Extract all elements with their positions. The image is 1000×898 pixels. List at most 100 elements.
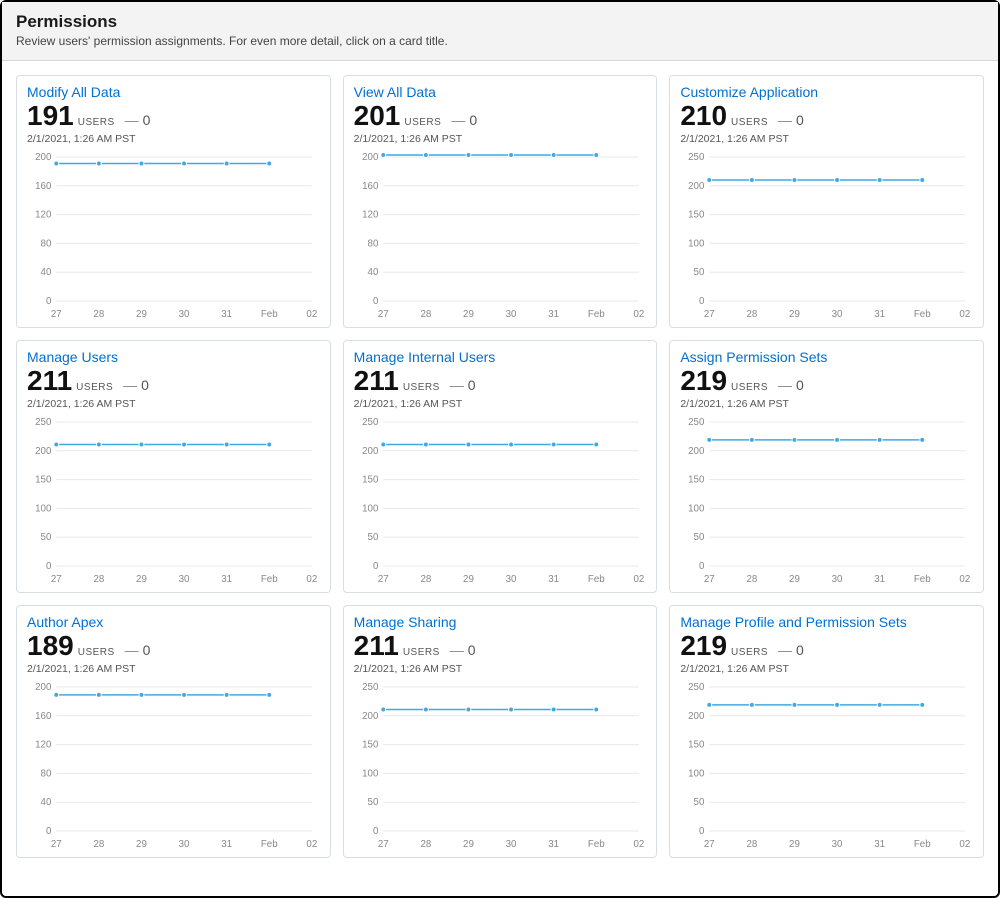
- svg-text:150: 150: [688, 475, 705, 486]
- svg-text:80: 80: [41, 768, 52, 779]
- trend-chart: 0501001502002502728293031Feb02: [354, 416, 647, 588]
- delta-dash: —: [778, 112, 792, 128]
- users-label: USERS: [731, 382, 768, 393]
- svg-text:29: 29: [136, 839, 147, 850]
- card-user-count: 219: [680, 630, 727, 662]
- svg-text:29: 29: [463, 839, 474, 850]
- card-timestamp: 2/1/2021, 1:26 AM PST: [27, 133, 320, 145]
- svg-text:150: 150: [362, 740, 379, 751]
- svg-text:02: 02: [306, 839, 317, 850]
- svg-text:27: 27: [51, 574, 62, 585]
- card-stats: 219USERS—0: [680, 365, 973, 397]
- svg-text:Feb: Feb: [588, 309, 605, 320]
- card-timestamp: 2/1/2021, 1:26 AM PST: [680, 663, 973, 675]
- svg-text:0: 0: [46, 826, 52, 837]
- users-label: USERS: [403, 382, 440, 393]
- permission-card-manage-internal-users: Manage Internal Users211USERS—02/1/2021,…: [343, 340, 658, 593]
- svg-text:200: 200: [362, 152, 379, 163]
- svg-text:27: 27: [704, 839, 715, 850]
- svg-text:0: 0: [373, 561, 379, 572]
- card-title-link[interactable]: Manage Internal Users: [354, 349, 496, 365]
- card-title-link[interactable]: Manage Users: [27, 349, 118, 365]
- card-title-link[interactable]: Manage Sharing: [354, 614, 457, 630]
- svg-text:02: 02: [960, 839, 971, 850]
- svg-text:28: 28: [747, 574, 758, 585]
- svg-text:50: 50: [694, 532, 705, 543]
- delta-dash: —: [125, 112, 139, 128]
- svg-text:28: 28: [93, 839, 104, 850]
- svg-text:Feb: Feb: [588, 839, 605, 850]
- svg-text:30: 30: [179, 839, 190, 850]
- svg-text:28: 28: [420, 309, 431, 320]
- card-title-link[interactable]: Modify All Data: [27, 84, 120, 100]
- permission-card-modify-all-data: Modify All Data191USERS—02/1/2021, 1:26 …: [16, 75, 331, 328]
- card-stats: 211 USERS —0: [354, 365, 647, 397]
- delta-dash: —: [778, 377, 792, 393]
- svg-text:28: 28: [747, 839, 758, 850]
- users-label: USERS: [731, 647, 768, 658]
- delta-value: 0: [796, 112, 804, 128]
- card-title-link[interactable]: View All Data: [354, 84, 436, 100]
- card-user-count: 210: [680, 100, 727, 132]
- card-title-link[interactable]: Customize Application: [680, 84, 818, 100]
- svg-text:27: 27: [51, 309, 62, 320]
- svg-text:29: 29: [463, 309, 474, 320]
- delta-value: 0: [468, 377, 476, 393]
- svg-text:200: 200: [35, 446, 52, 457]
- permission-card-view-all-data: View All Data201USERS—02/1/2021, 1:26 AM…: [343, 75, 658, 328]
- svg-text:50: 50: [367, 532, 378, 543]
- svg-text:50: 50: [367, 797, 378, 808]
- delta-value: 0: [796, 377, 804, 393]
- svg-text:30: 30: [505, 309, 516, 320]
- svg-text:250: 250: [35, 417, 52, 428]
- svg-text:120: 120: [35, 210, 52, 221]
- svg-text:02: 02: [960, 309, 971, 320]
- svg-text:100: 100: [688, 503, 705, 514]
- delta-value: 0: [468, 642, 476, 658]
- users-label: USERS: [731, 117, 768, 128]
- svg-text:160: 160: [35, 711, 52, 722]
- trend-chart: 0501001502002502728293031Feb02: [680, 151, 973, 323]
- svg-text:250: 250: [362, 682, 379, 693]
- svg-text:50: 50: [41, 532, 52, 543]
- card-stats: 210 USERS —0: [680, 100, 973, 132]
- card-user-count: 211: [354, 365, 399, 397]
- delta-dash: —: [450, 642, 464, 658]
- svg-text:29: 29: [136, 574, 147, 585]
- trend-chart: 040801201602002728293031Feb02: [27, 681, 320, 853]
- svg-text:120: 120: [362, 210, 379, 221]
- svg-text:27: 27: [378, 574, 389, 585]
- permission-card-manage-users: Manage Users211USERS—02/1/2021, 1:26 AM …: [16, 340, 331, 593]
- svg-text:200: 200: [35, 152, 52, 163]
- svg-text:30: 30: [505, 574, 516, 585]
- svg-text:200: 200: [688, 711, 705, 722]
- card-title-link[interactable]: Author Apex: [27, 614, 103, 630]
- svg-text:Feb: Feb: [261, 574, 278, 585]
- svg-text:100: 100: [688, 238, 705, 249]
- svg-text:02: 02: [306, 309, 317, 320]
- card-title-link[interactable]: Assign Permission Sets: [680, 349, 827, 365]
- card-stats: 219USERS—0: [680, 630, 973, 662]
- trend-chart: 0501001502002502728293031Feb02: [27, 416, 320, 588]
- svg-text:31: 31: [875, 839, 886, 850]
- svg-text:02: 02: [306, 574, 317, 585]
- delta-dash: —: [450, 377, 464, 393]
- trend-chart: 0501001502002502728293031Feb02: [680, 681, 973, 853]
- svg-text:30: 30: [179, 574, 190, 585]
- svg-text:02: 02: [960, 574, 971, 585]
- trend-chart: 0501001502002502728293031Feb02: [354, 681, 647, 853]
- card-title-link[interactable]: Manage Profile and Permission Sets: [680, 614, 906, 630]
- svg-text:31: 31: [221, 574, 232, 585]
- svg-text:31: 31: [548, 574, 559, 585]
- svg-text:100: 100: [362, 503, 379, 514]
- svg-text:200: 200: [362, 711, 379, 722]
- permission-card-manage-sharing: Manage Sharing211USERS—02/1/2021, 1:26 A…: [343, 605, 658, 858]
- page-title: Permissions: [16, 12, 984, 32]
- svg-text:200: 200: [362, 446, 379, 457]
- svg-text:150: 150: [362, 475, 379, 486]
- card-user-count: 191: [27, 100, 74, 132]
- svg-text:0: 0: [373, 296, 379, 307]
- svg-text:30: 30: [179, 309, 190, 320]
- svg-text:80: 80: [41, 238, 52, 249]
- svg-text:250: 250: [362, 417, 379, 428]
